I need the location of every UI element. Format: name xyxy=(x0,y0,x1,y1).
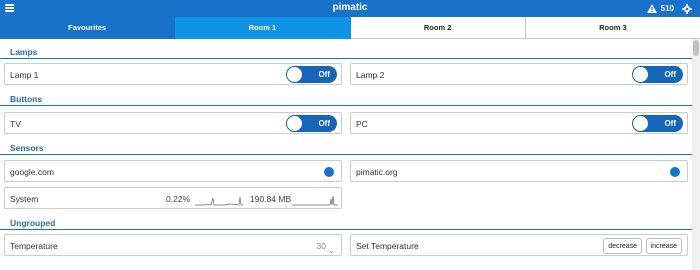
device-name: Lamp 1 xyxy=(10,70,39,80)
tab-favourites[interactable]: Favourites xyxy=(0,17,176,39)
section-title: Sensors xyxy=(10,143,44,153)
toggle-state: Off xyxy=(318,70,330,79)
lamp-1-toggle[interactable]: Off xyxy=(286,66,337,83)
tv-toggle[interactable]: Off xyxy=(286,115,337,132)
device-tv: TV Off xyxy=(4,112,342,134)
section-title: Buttons xyxy=(10,94,43,104)
gear-icon[interactable] xyxy=(682,3,692,14)
presence-dot-icon xyxy=(670,167,680,177)
header-status: 510 xyxy=(646,2,692,15)
device-pimatic-org: pimatic.org xyxy=(350,160,688,182)
cpu-number: 0.22 xyxy=(166,194,183,204)
section-buttons: Buttons xyxy=(0,88,692,106)
cpu-value: 0.22% xyxy=(166,194,190,204)
device-name: TV xyxy=(10,119,21,129)
device-lamp-2: Lamp 2 Off xyxy=(350,63,688,85)
chevron-down-icon[interactable]: ⌄ xyxy=(329,248,334,255)
scrollbar-thumb[interactable] xyxy=(693,40,699,56)
decrease-button[interactable]: decrease xyxy=(603,238,642,254)
section-title: Lamps xyxy=(10,47,38,57)
pc-toggle[interactable]: Off xyxy=(632,115,683,132)
app-title: pimatic xyxy=(332,2,368,13)
section-sensors: Sensors xyxy=(0,137,692,155)
app-header: pimatic 510 xyxy=(0,0,700,17)
notification-count[interactable]: 510 xyxy=(661,4,674,13)
memory-value: 190.84 MB xyxy=(250,194,291,204)
warning-icon[interactable] xyxy=(646,4,657,13)
device-name: Lamp 2 xyxy=(356,70,385,80)
memory-sparkline xyxy=(292,195,338,206)
temperature-value: 30 xyxy=(316,241,326,251)
toggle-knob xyxy=(287,67,302,82)
device-lamp-1: Lamp 1 Off xyxy=(4,63,342,85)
device-name: google.com xyxy=(10,167,54,177)
lamp-2-toggle[interactable]: Off xyxy=(632,66,683,83)
tab-room-2[interactable]: Room 2 xyxy=(350,17,526,39)
toggle-state: Off xyxy=(664,70,676,79)
device-name: Temperature xyxy=(10,241,58,251)
section-ungrouped: Ungrouped xyxy=(0,212,692,230)
device-name: Set Temperature xyxy=(356,241,419,251)
device-set-temperature: Set Temperature decrease increase xyxy=(350,234,688,256)
scrollbar-track[interactable] xyxy=(692,39,700,270)
cpu-unit: % xyxy=(182,194,191,204)
increase-button[interactable]: increase xyxy=(645,238,682,254)
device-google-com: google.com xyxy=(4,160,342,182)
presence-dot-icon xyxy=(324,167,334,177)
toggle-knob xyxy=(633,67,648,82)
memory-unit: MB xyxy=(278,194,292,204)
toggle-state: Off xyxy=(318,119,330,128)
toggle-knob xyxy=(633,116,648,131)
device-name: PC xyxy=(356,119,368,129)
toggle-knob xyxy=(287,116,302,131)
room-tabs: Favourites Room 1 Room 2 Room 3 xyxy=(0,17,700,39)
device-pc: PC Off xyxy=(350,112,688,134)
cpu-sparkline xyxy=(195,196,243,206)
section-lamps: Lamps xyxy=(0,41,692,59)
tab-room-3[interactable]: Room 3 xyxy=(525,17,700,39)
section-title: Ungrouped xyxy=(10,218,56,228)
tab-room-1[interactable]: Room 1 xyxy=(175,17,351,39)
device-name: pimatic.org xyxy=(356,167,398,177)
device-name: System xyxy=(10,194,39,204)
device-system: System 0.22% 190.84 MB xyxy=(4,187,342,209)
device-temperature: Temperature 30 ⌄ xyxy=(4,234,342,256)
memory-number: 190.84 xyxy=(250,194,276,204)
toggle-state: Off xyxy=(664,119,676,128)
